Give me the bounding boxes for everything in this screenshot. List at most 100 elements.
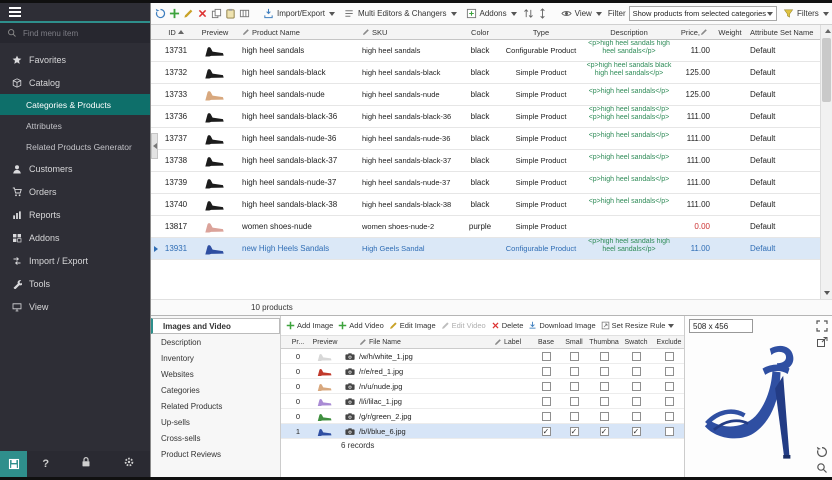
column-header-type[interactable]: Type — [501, 25, 581, 39]
sidebar-item-import-export[interactable]: Import / Export — [0, 249, 150, 272]
swatch-checkbox[interactable] — [620, 364, 652, 378]
sidebar-item-orders[interactable]: Orders — [0, 180, 150, 203]
fullscreen-button[interactable] — [816, 319, 828, 331]
rotate-image-button[interactable] — [816, 445, 828, 457]
sidebar-item-addons[interactable]: Addons — [0, 226, 150, 249]
tab-description[interactable]: Description — [151, 334, 280, 350]
open-external-button[interactable] — [816, 335, 828, 347]
column-header-base[interactable]: Base — [532, 336, 560, 348]
edit-image-button[interactable]: Edit Image — [389, 321, 436, 330]
sidebar-item-attributes[interactable]: Attributes — [0, 115, 150, 136]
copy-button[interactable] — [211, 6, 222, 21]
table-row[interactable]: 13817 women shoes-nude women shoes-nude-… — [151, 216, 832, 238]
expand-rows-button[interactable] — [537, 6, 548, 21]
exclude-checkbox[interactable] — [652, 424, 686, 438]
tab-related-products[interactable]: Related Products — [151, 398, 280, 414]
lock-button[interactable] — [80, 455, 92, 473]
column-header-id[interactable]: ID — [161, 25, 191, 39]
row-expander[interactable] — [151, 84, 161, 105]
small-checkbox[interactable] — [560, 394, 588, 408]
exclude-checkbox[interactable] — [652, 394, 686, 408]
exclude-checkbox[interactable] — [652, 379, 686, 393]
exclude-checkbox[interactable] — [652, 349, 686, 363]
tab-up-sells[interactable]: Up-sells — [151, 414, 280, 430]
base-checkbox[interactable] — [532, 364, 560, 378]
delete-image-button[interactable]: Delete — [491, 321, 524, 330]
thumbnail-checkbox[interactable]: ✓ — [588, 424, 620, 438]
refresh-button[interactable] — [155, 6, 166, 21]
table-row[interactable]: 13736 high heel sandals-black-36 high he… — [151, 106, 832, 128]
small-checkbox[interactable] — [560, 349, 588, 363]
tab-inventory[interactable]: Inventory — [151, 350, 280, 366]
edit-video-button[interactable]: Edit Video — [441, 321, 486, 330]
base-checkbox[interactable] — [532, 394, 560, 408]
column-header-price[interactable]: Price, — [677, 25, 713, 39]
hamburger-menu-button[interactable] — [0, 3, 150, 23]
sidebar-item-view[interactable]: View — [0, 295, 150, 318]
table-row[interactable]: 13731 high heel sandals high heel sandal… — [151, 40, 832, 62]
column-header-product-name[interactable]: Product Name — [239, 25, 359, 39]
tab-images-and-video[interactable]: Images and Video — [151, 318, 280, 334]
base-checkbox[interactable] — [532, 379, 560, 393]
small-checkbox[interactable]: ✓ — [560, 424, 588, 438]
row-expander[interactable] — [151, 106, 161, 127]
set-resize-rule-button[interactable]: Set Resize Rule — [601, 321, 675, 330]
sort-rows-button[interactable] — [523, 6, 534, 21]
column-header-exclude[interactable]: Exclude — [652, 336, 686, 348]
help-button[interactable]: ? — [42, 458, 49, 470]
swatch-checkbox[interactable] — [620, 349, 652, 363]
image-row-selected[interactable]: 1 /b/l/blue_6.jpg ✓ ✓ ✓ ✓ — [281, 424, 684, 439]
small-checkbox[interactable] — [560, 409, 588, 423]
sidebar-item-customers[interactable]: Customers — [0, 157, 150, 180]
sidebar-item-categories-products[interactable]: Categories & Products — [0, 94, 150, 115]
thumbnail-checkbox[interactable] — [588, 409, 620, 423]
column-header-sku[interactable]: SKU — [359, 25, 459, 39]
small-checkbox[interactable] — [560, 364, 588, 378]
column-header-preview[interactable]: Preview — [191, 25, 239, 39]
column-header-priority[interactable]: Pr... — [289, 336, 307, 348]
table-row[interactable]: 13739 high heel sandals-nude-37 high hee… — [151, 172, 832, 194]
table-row[interactable]: 13738 high heel sandals-black-37 high he… — [151, 150, 832, 172]
image-size-field[interactable]: 508 x 456 — [689, 319, 753, 333]
thumbnail-checkbox[interactable] — [588, 364, 620, 378]
row-expander[interactable] — [151, 62, 161, 83]
vertical-scrollbar[interactable] — [820, 25, 832, 299]
tab-categories[interactable]: Categories — [151, 382, 280, 398]
sidebar-item-related-products-generator[interactable]: Related Products Generator — [0, 136, 150, 157]
table-row[interactable]: 13733 high heel sandals-nude high heel s… — [151, 84, 832, 106]
scroll-up-button[interactable] — [821, 25, 832, 37]
table-row[interactable]: 13737 high heel sandals-nude-36 high hee… — [151, 128, 832, 150]
sidebar-item-tools[interactable]: Tools — [0, 272, 150, 295]
swatch-checkbox[interactable] — [620, 394, 652, 408]
thumbnail-checkbox[interactable] — [588, 379, 620, 393]
columns-button[interactable] — [239, 6, 250, 21]
table-row[interactable]: 13732 high heel sandals-black high heel … — [151, 62, 832, 84]
tab-cross-sells[interactable]: Cross-sells — [151, 430, 280, 446]
row-expander[interactable] — [151, 194, 161, 215]
scroll-down-button[interactable] — [821, 287, 832, 299]
filters-button[interactable]: Filters — [780, 7, 832, 20]
exclude-checkbox[interactable] — [652, 409, 686, 423]
base-checkbox[interactable] — [532, 349, 560, 363]
view-menu-button[interactable]: View — [558, 7, 605, 20]
add-video-button[interactable]: Add Video — [338, 321, 383, 330]
save-button[interactable] — [0, 451, 27, 477]
thumbnail-checkbox[interactable] — [588, 394, 620, 408]
column-header-small[interactable]: Small — [560, 336, 588, 348]
multi-editors-menu-button[interactable]: Multi Editors & Changers — [341, 7, 459, 20]
column-header-file-name[interactable]: File Name — [357, 336, 492, 348]
addons-menu-button[interactable]: Addons — [463, 7, 520, 20]
thumbnail-checkbox[interactable] — [588, 349, 620, 363]
import-export-menu-button[interactable]: Import/Export — [260, 7, 338, 20]
zoom-image-button[interactable] — [816, 461, 828, 473]
image-row[interactable]: 0 /r/e/red_1.jpg — [281, 364, 684, 379]
column-header-label[interactable]: Label — [492, 336, 532, 348]
image-row[interactable]: 0 /l/i/lilac_1.jpg — [281, 394, 684, 409]
base-checkbox[interactable]: ✓ — [532, 424, 560, 438]
row-expander[interactable] — [151, 216, 161, 237]
tab-product-reviews[interactable]: Product Reviews — [151, 446, 280, 462]
table-row[interactable]: 13740 high heel sandals-black-38 high he… — [151, 194, 832, 216]
image-row[interactable]: 0 /g/r/green_2.jpg — [281, 409, 684, 424]
column-header-thumbnail[interactable]: Thumbna — [588, 336, 620, 348]
menu-search-input[interactable]: Find menu item — [0, 23, 150, 43]
